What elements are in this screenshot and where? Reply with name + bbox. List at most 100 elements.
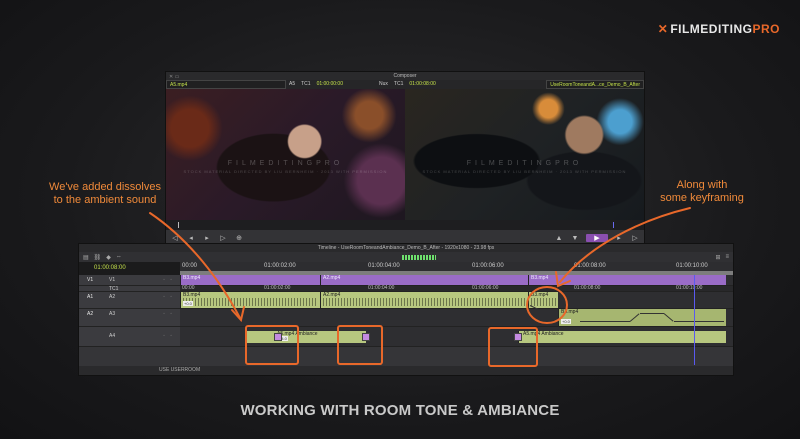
step-forward-icon[interactable]: ▸ xyxy=(614,234,624,242)
source-clip-menu[interactable]: A5.mp4 xyxy=(166,80,286,89)
composer-titlebar: ✕ ▭ Composer xyxy=(166,72,644,80)
source-position-indicator[interactable] xyxy=(178,222,179,228)
annotation-dissolves-text: We've added dissolves to the ambient sou… xyxy=(49,181,161,206)
track-header-a2[interactable]: A1 A2 ◦ ◦ xyxy=(79,292,180,309)
master-timecode: 01:00:08:00 xyxy=(79,262,180,275)
annotation-keyframing-text: Along with some keyframing xyxy=(660,179,744,204)
go-to-out-icon[interactable]: ▷ xyxy=(630,234,640,242)
timeline-clip[interactable]: B3.mp4 xyxy=(528,275,726,285)
ruler-tick: 00:00 xyxy=(182,263,198,269)
position-bar[interactable] xyxy=(166,220,644,230)
track-buttons-icon[interactable]: ◦ ◦ xyxy=(163,333,174,339)
waveform xyxy=(183,298,318,306)
annotation-dissolves: We've added dissolves to the ambient sou… xyxy=(20,181,190,207)
composer-viewers: FILMEDITINGPRO STOCK MATERIAL DIRECTED B… xyxy=(166,89,644,220)
dissolve-transition[interactable] xyxy=(514,333,522,341)
track-toggle-icon[interactable]: ▤ xyxy=(83,254,89,261)
record-watermark: FILMEDITINGPRO xyxy=(466,159,583,167)
timeline-clip[interactable]: B3.mp4 xyxy=(180,275,320,285)
menu-icon[interactable]: ≡ xyxy=(725,254,729,260)
audio-meter xyxy=(401,254,436,260)
track-rec-label: A3 xyxy=(109,311,116,317)
link-icon[interactable]: ⛓ xyxy=(94,254,102,261)
record-play-button[interactable]: ▶ xyxy=(586,234,608,242)
record-watermark-sub: STOCK MATERIAL DIRECTED BY LIU BERNHEIM … xyxy=(422,168,627,174)
timeline-tracks: V1 V1 ◦ ◦ B3.mp4 A2.mp4 B3.mp4 TC1 00:00… xyxy=(79,275,733,365)
track-header-a4[interactable]: A4 ◦ ◦ xyxy=(79,327,180,347)
segment-mode-icon[interactable]: ◆ xyxy=(106,254,111,261)
dissolve-transition[interactable] xyxy=(362,333,370,341)
video-caption: WORKING WITH ROOM TONE & AMBIANCE xyxy=(240,402,560,419)
track-buttons-icon[interactable]: ◦ ◦ xyxy=(163,311,174,317)
record-monitor[interactable]: FILMEDITINGPRO STOCK MATERIAL DIRECTED B… xyxy=(405,89,644,220)
track-header-a3[interactable]: A2 A3 ◦ ◦ xyxy=(79,309,180,327)
timeline-clip[interactable]: B3.mp4 +0.0 xyxy=(180,292,320,308)
ruler-tick: 01:00:08:00 xyxy=(574,263,606,269)
timeline-toolbar: ▤ ⛓ ◆ ⇔ ⊞ ≡ xyxy=(79,252,733,262)
record-position-indicator[interactable] xyxy=(613,222,614,228)
record-tc-label: TC1 xyxy=(393,81,404,87)
ruler-tick: 01:00:04:00 xyxy=(368,263,400,269)
filmeditingpro-logo: ✕ FILMEDITINGPRO xyxy=(658,22,780,36)
record-clip-menu[interactable]: UseRoomToneandA...ce_Demo_B_After xyxy=(546,80,644,89)
track-rec-label: V1 xyxy=(109,277,116,283)
dissolve-transition[interactable] xyxy=(274,333,282,341)
annotation-keyframing: Along with some keyframing xyxy=(632,179,772,205)
zoom-icon[interactable]: ⊞ xyxy=(715,254,720,261)
volume-keyframe-line[interactable] xyxy=(674,321,724,322)
track-header-v1[interactable]: V1 V1 ◦ ◦ xyxy=(79,275,180,286)
tc-track-tick: 01:00:04:00 xyxy=(368,285,395,291)
track-rec-label: A2 xyxy=(109,294,116,300)
timeline-clip[interactable]: A5.mp4 Ambiance -4.0 xyxy=(246,331,366,343)
lane-v1[interactable]: B3.mp4 A2.mp4 B3.mp4 xyxy=(180,275,733,286)
timeline-status-bar: USE USERROOM xyxy=(79,366,733,375)
source-watermark-sub: STOCK MATERIAL DIRECTED BY LIU BERNHEIM … xyxy=(183,168,388,174)
track-rec-label: A4 xyxy=(109,333,116,339)
lift-icon[interactable]: ▲ xyxy=(554,235,564,242)
timeline-timecode-row: 01:00:08:00 00:00 01:00:02:00 01:00:04:0… xyxy=(79,262,733,275)
clip-name: B3.mp4 xyxy=(561,309,579,315)
source-monitor[interactable]: FILMEDITINGPRO STOCK MATERIAL DIRECTED B… xyxy=(166,89,405,220)
clip-level: +0.0 xyxy=(183,301,193,306)
timeline-window: Timeline - UseRoomToneandAmbiance_Demo_B… xyxy=(78,243,734,376)
mark-in-icon[interactable]: ◁ xyxy=(170,234,180,242)
clip-name: A5.mp4 Ambiance xyxy=(523,331,564,337)
source-tc-label: TC1 xyxy=(301,81,311,87)
mark-out-icon[interactable]: ▷ xyxy=(218,234,228,242)
clip-level: +0.0 xyxy=(561,319,571,324)
waveform xyxy=(531,298,556,306)
play-icon[interactable]: ▸ xyxy=(202,234,212,242)
track-buttons-icon[interactable]: ◦ ◦ xyxy=(163,294,174,300)
timeline-clip[interactable]: B3.mp4 +0.0 xyxy=(558,309,726,326)
logo-accent-text: PRO xyxy=(752,22,780,36)
composer-window: ✕ ▭ Composer A5.mp4 A5 TC1 01:00:00:00 N… xyxy=(165,71,645,247)
source-watermark: FILMEDITINGPRO xyxy=(227,159,344,167)
tc-track-tick: 01:00:06:00 xyxy=(472,285,499,291)
extract-icon[interactable]: ▼ xyxy=(570,235,580,242)
ruler-tick: 01:00:10:00 xyxy=(676,263,708,269)
volume-keyframe-line[interactable] xyxy=(640,313,664,314)
status-text: USE USERROOM xyxy=(159,367,201,373)
composer-title: Composer xyxy=(393,73,417,79)
track-buttons-icon[interactable]: ◦ ◦ xyxy=(163,277,174,283)
source-track-label: A5 xyxy=(289,81,296,87)
timeline-clip[interactable]: A2.mp4 xyxy=(320,292,528,308)
tc-track-tick: 01:00:02:00 xyxy=(264,285,291,291)
trim-mode-icon[interactable]: ⇔ xyxy=(116,254,122,260)
lane-a4[interactable]: A5.mp4 Ambiance -4.0 A5.mp4 Ambiance xyxy=(180,327,733,347)
timeline-ruler[interactable]: 00:00 01:00:02:00 01:00:04:00 01:00:06:0… xyxy=(180,262,733,275)
timeline-clip[interactable]: A2.mp4 xyxy=(320,275,528,285)
logo-mark-icon: ✕ xyxy=(657,22,669,36)
splice-icon[interactable]: ⊕ xyxy=(234,234,244,242)
step-back-icon[interactable]: ◂ xyxy=(186,234,196,242)
timeline-position-indicator[interactable] xyxy=(694,275,695,365)
volume-keyframe-line[interactable] xyxy=(580,321,630,322)
tc-track-tick: 00:00 xyxy=(182,285,195,291)
record-timecode: 01:00:08:00 xyxy=(409,81,436,87)
source-timecode: 01:00:00:00 xyxy=(316,81,343,87)
lane-a3[interactable]: B3.mp4 +0.0 xyxy=(180,309,733,327)
track-src-label: A2 xyxy=(87,311,94,317)
window-buttons-icon[interactable]: ✕ ▭ xyxy=(169,73,179,81)
record-label: Nux xyxy=(379,81,388,87)
lane-a2[interactable]: B3.mp4 +0.0 A2.mp4 B3.mp4 xyxy=(180,292,733,312)
